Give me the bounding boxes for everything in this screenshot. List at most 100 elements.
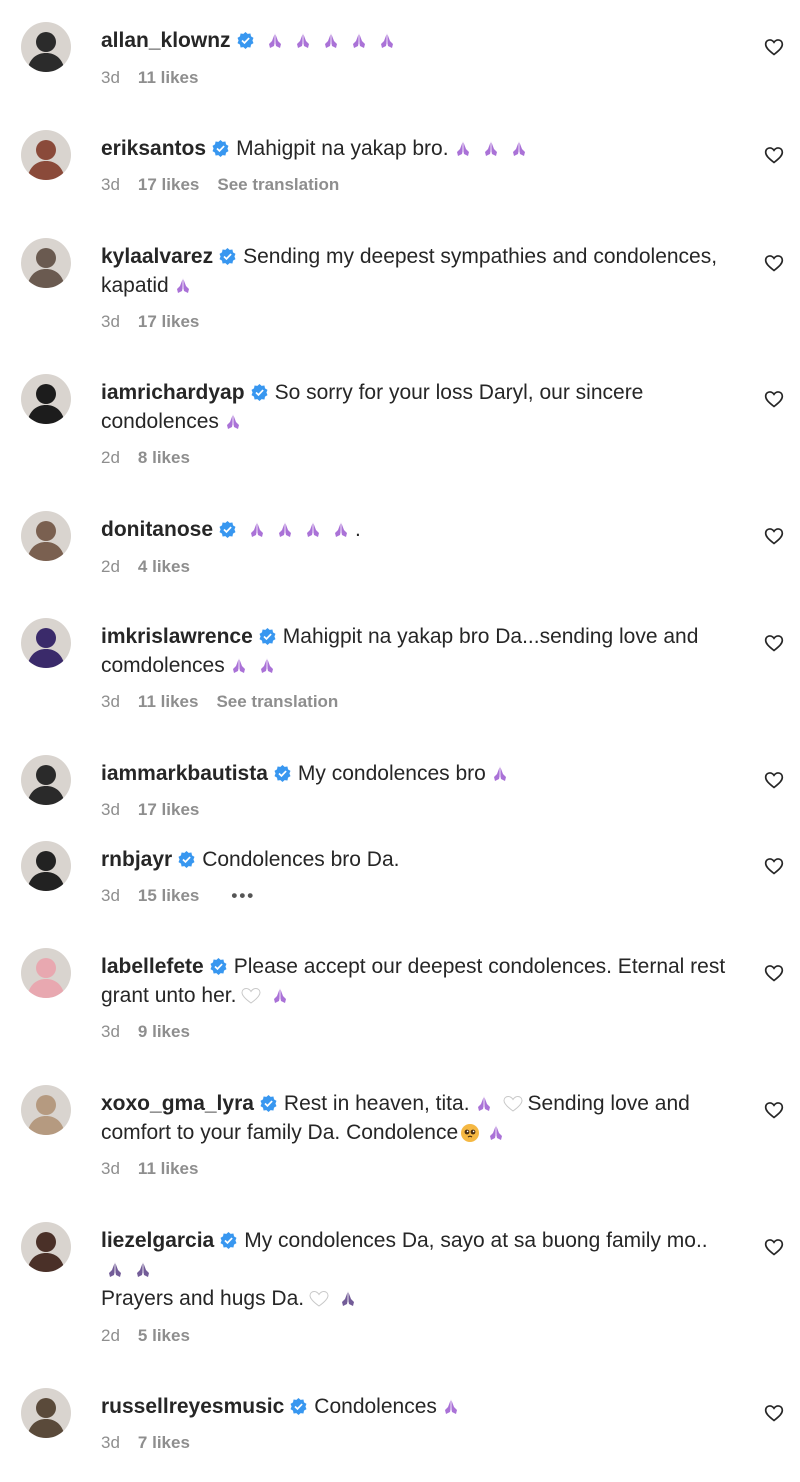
avatar[interactable]	[21, 618, 71, 668]
more-options-icon[interactable]: •••	[231, 886, 255, 905]
comment-time[interactable]: 3d	[101, 1433, 120, 1452]
avatar[interactable]	[21, 948, 71, 998]
comment-meta: 2d 5 likes	[101, 1324, 208, 1348]
folded-hands-emoji	[169, 274, 197, 297]
comment-text: Condolences bro Da.	[202, 848, 400, 871]
folded-hands-emoji	[470, 1092, 498, 1115]
comment-time[interactable]: 3d	[101, 1159, 120, 1178]
like-heart-icon[interactable]	[764, 770, 784, 790]
likes-count-button[interactable]: 4 likes	[138, 557, 190, 576]
like-heart-icon[interactable]	[764, 633, 784, 653]
username-link[interactable]: xoxo_gma_lyra	[101, 1092, 254, 1115]
username-link[interactable]: iammarkbautista	[101, 762, 268, 785]
comment-time[interactable]: 3d	[101, 886, 120, 905]
comment-time[interactable]: 2d	[101, 557, 120, 576]
comment-text: My condolences Da, sayo at sa buong fami…	[244, 1229, 708, 1252]
avatar[interactable]	[21, 511, 71, 561]
comment-body: imkrislawrence Mahigpit na yakap bro Da..…	[101, 622, 730, 680]
like-heart-icon[interactable]	[764, 1403, 784, 1423]
like-heart-icon[interactable]	[764, 856, 784, 876]
white-heart-emoji	[304, 1287, 334, 1310]
comment-text: Prayers and hugs Da.	[101, 1287, 305, 1310]
comment-body: donitanose.	[101, 515, 730, 544]
likes-count-button[interactable]: 17 likes	[138, 800, 199, 819]
comment-time[interactable]: 3d	[101, 68, 120, 87]
username-link[interactable]: iamrichardyap	[101, 381, 245, 404]
likes-count-button[interactable]: 11 likes	[138, 68, 199, 87]
likes-count-button[interactable]: 7 likes	[138, 1433, 190, 1452]
likes-count-button[interactable]: 8 likes	[138, 448, 190, 467]
folded-hands-emoji	[225, 654, 281, 677]
username-link[interactable]: labellefete	[101, 955, 204, 978]
comment-body: iammarkbautista My condolences bro	[101, 759, 730, 788]
username-link[interactable]: liezelgarcia	[101, 1229, 214, 1252]
likes-count-button[interactable]: 17 likes	[138, 175, 199, 194]
avatar[interactable]	[21, 1085, 71, 1135]
see-translation-button[interactable]: See translation	[217, 175, 339, 194]
likes-count-button[interactable]: 5 likes	[138, 1326, 190, 1345]
comment-body: labellefete Please accept our deepest con…	[101, 952, 730, 1010]
like-heart-icon[interactable]	[764, 1237, 784, 1257]
comment-time[interactable]: 3d	[101, 1022, 120, 1041]
likes-count-button[interactable]: 9 likes	[138, 1022, 190, 1041]
avatar[interactable]	[21, 841, 71, 891]
likes-count-button[interactable]: 17 likes	[138, 312, 199, 331]
verified-badge-icon	[260, 1094, 277, 1113]
comment-time[interactable]: 2d	[101, 448, 120, 467]
avatar[interactable]	[21, 238, 71, 288]
comment-body: russellreyesmusic Condolences	[101, 1392, 730, 1421]
username-link[interactable]: eriksantos	[101, 137, 206, 160]
like-heart-icon[interactable]	[764, 526, 784, 546]
username-link[interactable]: russellreyesmusic	[101, 1395, 284, 1418]
comment-body: rnbjayr Condolences bro Da.	[101, 845, 730, 874]
see-translation-button[interactable]: See translation	[216, 692, 338, 711]
folded-hands-emoji	[334, 1287, 362, 1310]
comment-time[interactable]: 2d	[101, 1326, 120, 1345]
verified-badge-icon	[290, 1397, 307, 1416]
like-heart-icon[interactable]	[764, 145, 784, 165]
avatar[interactable]	[21, 1388, 71, 1438]
comment-meta: 3d 11 likes	[101, 66, 216, 90]
avatar[interactable]	[21, 1222, 71, 1272]
folded-hands-emoji	[266, 984, 294, 1007]
verified-badge-icon	[220, 1231, 237, 1250]
username-link[interactable]: allan_klownz	[101, 29, 231, 52]
comment-time[interactable]: 3d	[101, 692, 120, 711]
like-heart-icon[interactable]	[764, 389, 784, 409]
username-link[interactable]: donitanose	[101, 518, 213, 541]
username-link[interactable]: rnbjayr	[101, 848, 172, 871]
folded-hands-emoji	[243, 518, 355, 541]
verified-badge-icon	[210, 957, 227, 976]
verified-badge-icon	[251, 383, 268, 402]
avatar[interactable]	[21, 755, 71, 805]
username-link[interactable]: kylaalvarez	[101, 245, 213, 268]
comment-time[interactable]: 3d	[101, 175, 120, 194]
folded-hands-emoji	[101, 1258, 157, 1281]
likes-count-button[interactable]: 11 likes	[138, 1159, 199, 1178]
comment-meta: 3d 17 likes	[101, 798, 217, 822]
like-heart-icon[interactable]	[764, 1100, 784, 1120]
like-heart-icon[interactable]	[764, 37, 784, 57]
comment-text: Rest in heaven, tita.	[283, 1092, 470, 1115]
comment-text: Mahigpit na yakap bro.	[236, 137, 449, 160]
comment-meta: 2d 8 likes	[101, 446, 208, 470]
comment-meta: 2d 4 likes	[101, 555, 208, 579]
comment-time[interactable]: 3d	[101, 312, 120, 331]
white-heart-emoji	[498, 1092, 528, 1115]
white-heart-emoji	[236, 984, 266, 1007]
likes-count-button[interactable]: 15 likes	[138, 886, 199, 905]
pleading-face-emoji	[458, 1121, 482, 1144]
verified-badge-icon	[178, 850, 195, 869]
comment-meta: 3d 9 likes	[101, 1020, 208, 1044]
avatar[interactable]	[21, 130, 71, 180]
comment-time[interactable]: 3d	[101, 800, 120, 819]
like-heart-icon[interactable]	[764, 253, 784, 273]
username-link[interactable]: imkrislawrence	[101, 625, 253, 648]
comment-meta: 3d 17 likes See translation	[101, 173, 357, 197]
avatar[interactable]	[21, 374, 71, 424]
verified-badge-icon	[237, 31, 254, 50]
like-heart-icon[interactable]	[764, 963, 784, 983]
avatar[interactable]	[21, 22, 71, 72]
comment-body: kylaalvarez Sending my deepest sympathies…	[101, 242, 730, 300]
likes-count-button[interactable]: 11 likes	[138, 692, 199, 711]
